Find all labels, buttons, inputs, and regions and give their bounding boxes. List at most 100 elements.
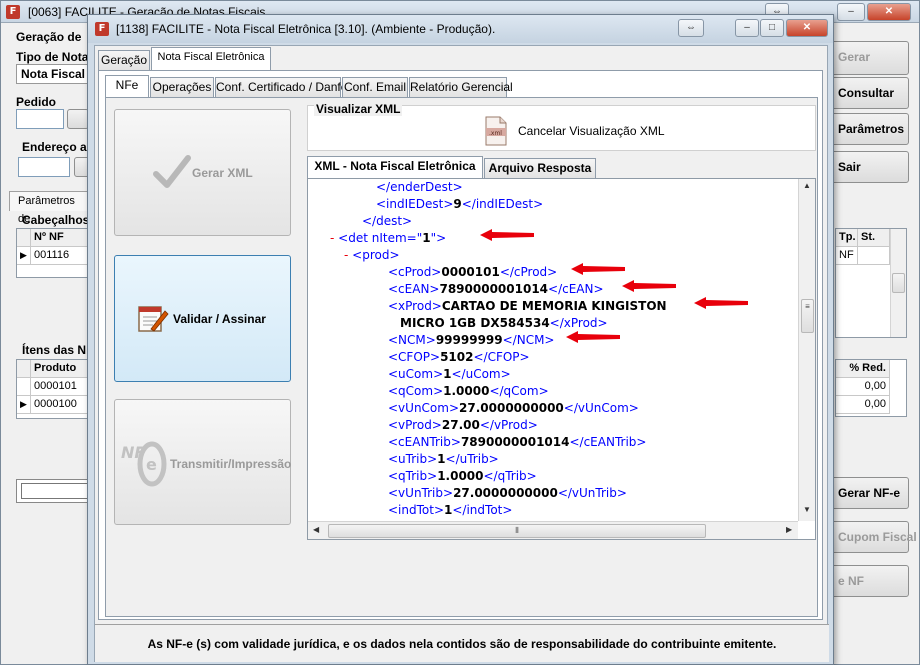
minimize-button[interactable]: – xyxy=(735,19,759,37)
xml-line: <indIEDest>9</indIEDest> xyxy=(376,197,543,211)
tab-geracao[interactable]: Geração xyxy=(98,50,150,71)
header-grid-scrollbar[interactable] xyxy=(890,229,906,337)
gerar-button[interactable]: Gerar xyxy=(831,41,909,75)
xml-vertical-scrollbar[interactable]: ▲ ≡ ▼ xyxy=(798,179,815,521)
gerar-xml-label: Gerar XML xyxy=(192,166,253,180)
endereco-input[interactable] xyxy=(18,157,70,177)
table-cell-red[interactable]: 0,00 xyxy=(836,396,890,414)
xml-line: <vUnCom>27.0000000000</vUnCom> xyxy=(388,401,639,415)
transmitir-impressao-button[interactable]: NF e Transmitir/Impressão xyxy=(114,399,291,525)
scroll-thumb[interactable]: ⦀ xyxy=(328,524,706,538)
gerar-nfe-button[interactable]: Gerar NF-e xyxy=(831,477,909,509)
xml-open: <qCom> xyxy=(388,384,444,398)
tab-conf-certificado[interactable]: Conf. Certificado / Danfe xyxy=(215,77,347,98)
checkmark-icon xyxy=(153,155,191,188)
close-button[interactable]: ✕ xyxy=(786,19,828,37)
xml-val: 27.00 xyxy=(441,418,480,432)
annotation-arrow-icon xyxy=(694,297,748,309)
xml-close: </xProd> xyxy=(549,316,608,330)
scroll-thumb[interactable]: ≡ xyxy=(801,299,814,333)
cancelar-visualizacao-button[interactable]: .xml Cancelar Visualização XML xyxy=(484,116,665,146)
xml-content: </enderDest> <indIEDest>9</indIEDest> </de… xyxy=(308,179,798,521)
close-button[interactable]: ✕ xyxy=(867,3,911,21)
search-icon[interactable] xyxy=(67,109,89,129)
column-header-nf[interactable]: Nº NF xyxy=(31,229,95,247)
tab-nota-fiscal-eletronica[interactable]: Nota Fiscal Eletrônica xyxy=(151,47,271,70)
column-header-tp[interactable]: Tp. xyxy=(836,229,858,247)
column-header-st[interactable]: St. xyxy=(858,229,890,247)
xml-line: <xProd>CARTAO DE MEMORIA KINGISTON xyxy=(388,299,667,313)
table-row-produto[interactable]: 0000100 xyxy=(31,396,95,414)
itens-label: Ítens das N xyxy=(22,343,87,357)
header-grid-left: Nº NF ▶ 001116 xyxy=(16,228,96,278)
dialog-titlebar: F [1138] FACILITE - Nota Fiscal Eletrôni… xyxy=(88,15,833,43)
xml-val: 1.0000 xyxy=(437,469,484,483)
xml-line: <cEANTrib>7890000001014</cEANTrib> xyxy=(388,435,646,449)
scroll-down-icon[interactable]: ▼ xyxy=(803,505,811,514)
items-grid-right: % Red. 0,00 0,00 xyxy=(835,359,907,417)
scroll-left-icon[interactable]: ◀ xyxy=(313,525,319,534)
xml-open: <vUnTrib> xyxy=(388,486,454,500)
xml-tag: </dest> xyxy=(362,214,413,228)
parametros-button[interactable]: Parâmetros xyxy=(831,113,909,145)
table-cell-red[interactable]: 0,00 xyxy=(836,378,890,396)
table-cell-tp[interactable]: NF xyxy=(836,247,858,265)
maximize-button[interactable]: □ xyxy=(760,19,784,37)
row-pointer-icon: ▶ xyxy=(17,247,31,265)
tab-relatorio-gerencial[interactable]: Relatório Gerencial xyxy=(409,77,513,98)
table-row-produto[interactable]: 0000101 xyxy=(31,378,95,396)
tab-parametros[interactable]: Parâmetros de xyxy=(9,191,91,225)
column-header-produto[interactable]: Produto xyxy=(31,360,95,378)
xml-open: <det nItem=" xyxy=(338,231,423,245)
tab-operacoes[interactable]: Operações xyxy=(150,77,214,98)
xml-close: </cProd> xyxy=(499,265,558,279)
restore-icon[interactable]: ⇔ xyxy=(678,19,704,37)
xml-open: <NCM> xyxy=(388,333,436,347)
sair-button[interactable]: Sair xyxy=(831,151,909,183)
xml-open: <cEAN> xyxy=(388,282,440,296)
xml-line: <cProd>0000101</cProd> xyxy=(388,265,557,279)
tab-conf-email[interactable]: Conf. Email xyxy=(342,77,408,98)
xml-file-icon: .xml xyxy=(485,116,507,146)
items-grid-left: Produto 0000101 ▶ 0000100 xyxy=(16,359,96,419)
gerar-xml-button[interactable]: Gerar XML xyxy=(114,109,291,236)
tab-arquivo-resposta[interactable]: Arquivo Resposta xyxy=(484,158,596,179)
annotation-arrow-icon xyxy=(566,331,620,343)
tab-nfe[interactable]: NFe xyxy=(105,75,149,98)
xml-val: 1 xyxy=(422,231,431,245)
xml-line: MICRO 1GB DX584534</xProd> xyxy=(400,316,608,330)
cabecalhos-label: Cabeçalhos xyxy=(22,213,90,227)
xml-viewer[interactable]: </enderDest> <indIEDest>9</indIEDest> </de… xyxy=(307,178,816,540)
xml-val: 1.0000 xyxy=(443,384,490,398)
pedido-input[interactable] xyxy=(16,109,64,129)
xml-horizontal-scrollbar[interactable]: ◀ ⦀ ▶ xyxy=(308,521,798,539)
table-cell-st[interactable] xyxy=(858,247,890,265)
validar-assinar-button[interactable]: Validar / Assinar xyxy=(114,255,291,382)
xml-val: 7890000001014 xyxy=(439,282,549,296)
scroll-right-icon[interactable]: ▶ xyxy=(786,525,792,534)
svg-text:.xml: .xml xyxy=(489,130,502,137)
consultar-button[interactable]: Consultar xyxy=(831,77,909,109)
svg-text:e: e xyxy=(146,455,157,474)
cancelar-visualizacao-label: Cancelar Visualização XML xyxy=(518,124,665,138)
xml-line: <qTrib>1.0000</qTrib> xyxy=(388,469,537,483)
xml-close: "> xyxy=(430,231,447,245)
xml-val: 7890000001014 xyxy=(460,435,570,449)
xml-close: </vProd> xyxy=(479,418,538,432)
dialog-body: Geração Nota Fiscal Eletrônica NFe Opera… xyxy=(94,45,829,662)
xml-close: </qCom> xyxy=(489,384,549,398)
geracao-label: Geração de xyxy=(16,30,82,44)
table-row-nf[interactable]: 001116 xyxy=(31,247,95,265)
tab-xml-nfe[interactable]: XML - Nota Fiscal Eletrônica xyxy=(307,156,483,179)
xml-tag: <prod> xyxy=(352,248,400,262)
column-header-red[interactable]: % Red. xyxy=(836,360,890,378)
minimize-button[interactable]: – xyxy=(837,3,865,21)
tipo-de-nota-select[interactable]: Nota Fiscal xyxy=(16,64,91,84)
scroll-up-icon[interactable]: ▲ xyxy=(803,181,811,190)
cupom-fiscal-button[interactable]: Cupom Fiscal xyxy=(831,521,917,553)
xml-open: <indIEDest> xyxy=(376,197,454,211)
xml-val: 5102 xyxy=(440,350,474,364)
sign-document-icon xyxy=(138,306,169,332)
nf-button[interactable]: e NF xyxy=(831,565,909,597)
pedido-label: Pedido xyxy=(16,95,57,109)
